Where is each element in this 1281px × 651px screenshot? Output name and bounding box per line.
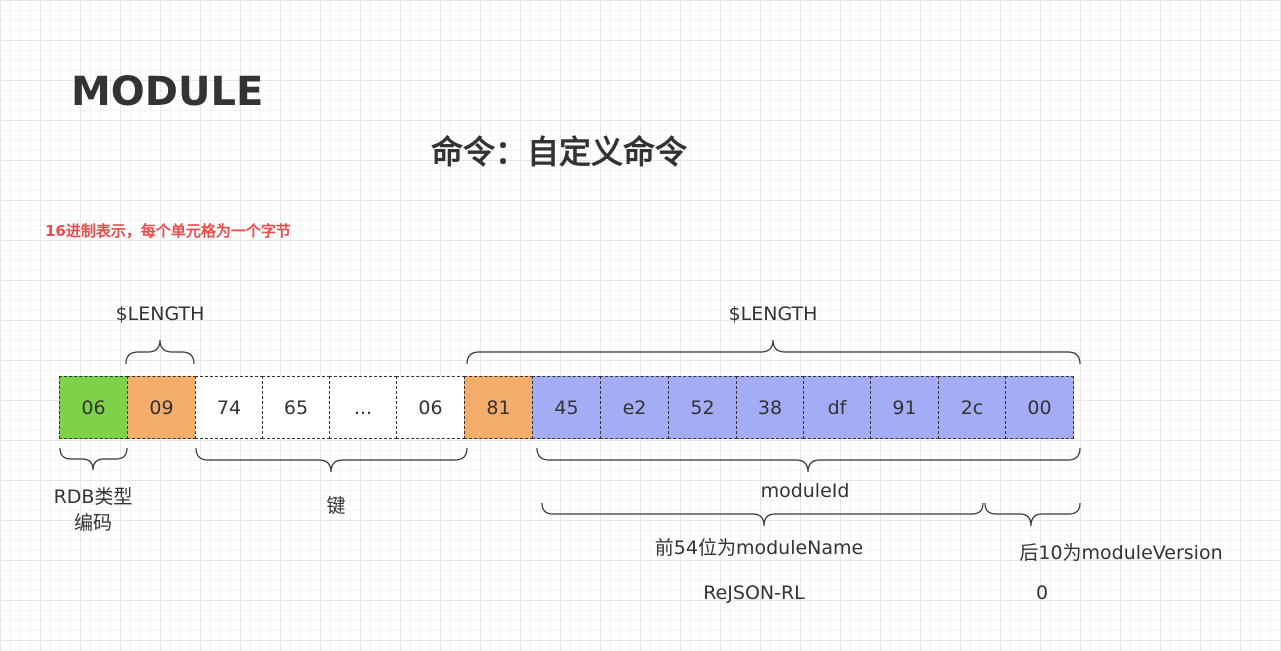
label-module-name-bits: 前54位为moduleName	[654, 537, 864, 559]
brace-key	[195, 447, 468, 473]
brace-module-name	[541, 502, 984, 527]
label-module-version-value: 0	[1035, 582, 1049, 604]
label-rdb-type: RDB类型 编码	[54, 484, 133, 536]
brace-module-version	[984, 502, 1081, 527]
label-module-version-bits: 后10为moduleVersion	[1019, 542, 1223, 564]
brace-length-module	[466, 339, 1081, 365]
brace-module-id	[536, 447, 1081, 473]
label-rdb-type-line1: RDB类型	[53, 486, 133, 508]
label-module-name-value: ReJSON-RL	[703, 582, 805, 604]
label-module-id: moduleId	[760, 480, 850, 502]
brace-length-key	[125, 339, 195, 365]
label-key: 键	[326, 495, 346, 517]
brace-rdb-type	[59, 447, 128, 471]
label-rdb-type-line2: 编码	[73, 512, 112, 534]
